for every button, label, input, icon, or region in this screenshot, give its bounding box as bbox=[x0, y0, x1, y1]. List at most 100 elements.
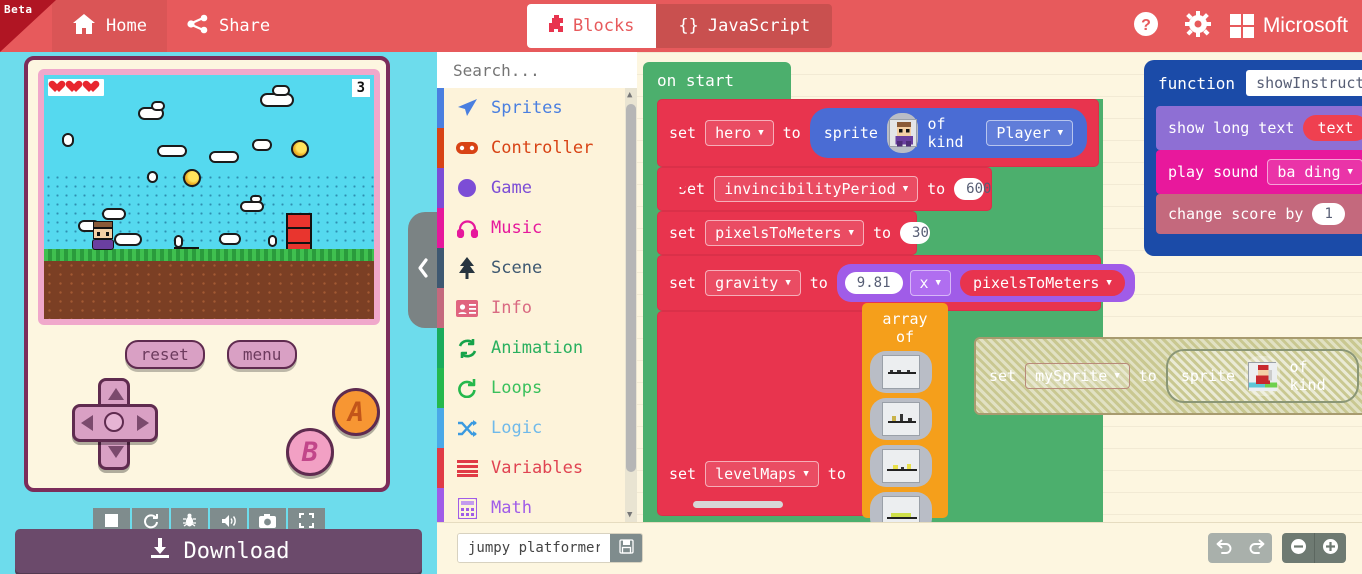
toolbox-category-logic[interactable]: Logic bbox=[437, 408, 637, 448]
direction-pad[interactable] bbox=[72, 378, 158, 470]
toolbox-category-music[interactable]: Music bbox=[437, 208, 637, 248]
button-b[interactable]: B bbox=[286, 428, 334, 476]
toolbox-category-label: Animation bbox=[491, 338, 584, 358]
variable-dropdown-invincibility-period[interactable]: invincibilityPeriod ▼ bbox=[714, 176, 919, 202]
block-math-multiply[interactable]: 9.81 x ▼ pixelsToMeters ▼ bbox=[836, 264, 1135, 302]
block-array-of[interactable]: array of bbox=[862, 303, 948, 522]
variable-name-label: levelMaps bbox=[715, 465, 797, 483]
sprite-image-picker[interactable] bbox=[1245, 356, 1280, 396]
array-item-image[interactable] bbox=[870, 445, 932, 487]
variable-dropdown-pixels-to-meters[interactable]: pixelsToMeters ▼ bbox=[705, 220, 864, 246]
sprite-image-picker[interactable] bbox=[886, 113, 919, 153]
block-set-level-maps[interactable]: set levelMaps ▼ to array of bbox=[657, 303, 948, 522]
scroll-down-icon[interactable]: ▼ bbox=[627, 510, 632, 520]
toolbox-category-loops[interactable]: Loops bbox=[437, 368, 637, 408]
minus-circle-icon bbox=[1290, 538, 1307, 559]
undo-icon bbox=[1216, 539, 1233, 558]
cloud-sprite bbox=[268, 235, 277, 247]
toolbox-category-controller[interactable]: Controller bbox=[437, 128, 637, 168]
zoom-out-button[interactable] bbox=[1282, 533, 1314, 563]
redo-button[interactable] bbox=[1240, 533, 1272, 563]
toolbox-category-animation[interactable]: Animation bbox=[437, 328, 637, 368]
variable-dropdown-level-maps[interactable]: levelMaps ▼ bbox=[705, 461, 819, 487]
block-sprite-of-kind[interactable]: sprite of kind Player ▼ bbox=[809, 108, 1087, 158]
game-screen[interactable]: 3 bbox=[44, 75, 374, 319]
chevron-down-icon: ▼ bbox=[1106, 278, 1112, 288]
tab-blocks[interactable]: Blocks bbox=[527, 4, 657, 48]
toolbox-search-row[interactable] bbox=[437, 52, 689, 88]
kind-dropdown-player[interactable]: Player ▼ bbox=[986, 120, 1073, 146]
microsoft-logo[interactable]: Microsoft bbox=[1224, 14, 1362, 38]
puzzle-icon bbox=[549, 15, 564, 37]
cloud-sprite bbox=[250, 195, 262, 203]
variable-dropdown-my-sprite[interactable]: mySprite ▼ bbox=[1025, 363, 1130, 389]
blocks-workspace[interactable]: on start set hero ▼ to sprite of kind Pl… bbox=[637, 52, 1362, 522]
download-button[interactable]: Download bbox=[15, 529, 422, 573]
reset-button[interactable]: reset bbox=[124, 340, 205, 369]
search-input[interactable] bbox=[451, 59, 665, 81]
coin-sprite bbox=[291, 140, 309, 158]
collapse-simulator-button[interactable] bbox=[408, 212, 437, 328]
toolbox-category-game[interactable]: Game bbox=[437, 168, 637, 208]
id-card-icon bbox=[456, 297, 478, 319]
dpad-right-icon[interactable] bbox=[137, 415, 149, 431]
tab-javascript[interactable]: {} JavaScript bbox=[656, 4, 833, 48]
block-horizontal-scrollbar[interactable] bbox=[693, 501, 783, 508]
block-on-start[interactable]: on start set hero ▼ to sprite of kind Pl… bbox=[643, 62, 1135, 522]
button-a[interactable]: A bbox=[332, 388, 380, 436]
variable-reporter-pixels-to-meters[interactable]: pixelsToMeters ▼ bbox=[957, 268, 1127, 298]
function-name-field[interactable]: showInstruction bbox=[1246, 70, 1362, 96]
simulator-soft-buttons: reset menu bbox=[28, 340, 394, 369]
block-show-long-text[interactable]: show long text text b bbox=[1156, 106, 1362, 150]
toolbox-category-sprites[interactable]: Sprites bbox=[437, 88, 637, 128]
set-keyword-label: set bbox=[669, 224, 697, 242]
menu-button[interactable]: menu bbox=[226, 340, 298, 369]
share-button[interactable]: Share bbox=[167, 0, 290, 52]
block-set-invincibility-period[interactable]: set invincibilityPeriod ▼ to 600 bbox=[657, 167, 992, 211]
number-input-30[interactable]: 30 bbox=[900, 222, 931, 244]
variable-name-label: mySprite bbox=[1035, 367, 1108, 385]
sound-dropdown[interactable]: ba ding ▼ bbox=[1267, 159, 1362, 185]
undo-button[interactable] bbox=[1208, 533, 1240, 563]
settings-button[interactable] bbox=[1172, 0, 1224, 52]
toolbox-category-label: Sprites bbox=[491, 98, 563, 118]
block-function-show-instruction[interactable]: function showInstruction show long text … bbox=[1144, 60, 1362, 256]
scroll-up-icon[interactable]: ▲ bbox=[627, 90, 632, 100]
zoom-in-button[interactable] bbox=[1314, 533, 1346, 563]
tilemap-thumbnail bbox=[882, 496, 920, 522]
variable-dropdown-gravity[interactable]: gravity ▼ bbox=[705, 270, 801, 296]
toolbox-scroll-thumb[interactable] bbox=[626, 104, 636, 472]
block-set-pixels-to-meters[interactable]: set pixelsToMeters ▼ to 30 bbox=[657, 211, 931, 255]
toolbox-category-info[interactable]: Info bbox=[437, 288, 637, 328]
toolbox-category-variables[interactable]: Variables bbox=[437, 448, 637, 488]
array-item-image[interactable] bbox=[870, 351, 932, 393]
purple-hero-sprite-thumbnail bbox=[888, 119, 917, 147]
block-set-my-sprite-disabled[interactable]: set mySprite ▼ to sprite of kind bbox=[974, 337, 1362, 415]
dpad-down-icon[interactable] bbox=[108, 446, 124, 458]
block-set-hero[interactable]: set hero ▼ to sprite of kind Player ▼ bbox=[657, 99, 1099, 167]
project-name-group[interactable] bbox=[457, 533, 643, 563]
on-start-hat-label[interactable]: on start bbox=[643, 62, 791, 99]
variable-dropdown-hero[interactable]: hero ▼ bbox=[705, 120, 774, 146]
block-change-score-by[interactable]: change score by 1 bbox=[1156, 194, 1362, 234]
dpad-up-icon[interactable] bbox=[108, 388, 124, 400]
plus-circle-icon bbox=[1322, 538, 1339, 559]
score-amount-input[interactable]: 1 bbox=[1312, 203, 1345, 225]
home-button[interactable]: Home bbox=[52, 0, 167, 52]
operator-dropdown[interactable]: x ▼ bbox=[909, 270, 951, 296]
text-argument-field[interactable]: text bbox=[1303, 115, 1362, 141]
function-header[interactable]: function showInstruction bbox=[1144, 60, 1362, 106]
array-item-image[interactable] bbox=[870, 398, 932, 440]
save-project-button[interactable] bbox=[610, 534, 642, 562]
dpad-left-icon[interactable] bbox=[81, 415, 93, 431]
toolbox-category-scene[interactable]: Scene bbox=[437, 248, 637, 288]
block-sprite-of-kind-disabled[interactable]: sprite of kind bbox=[1165, 349, 1359, 403]
project-name-input[interactable] bbox=[458, 534, 610, 562]
number-input-gravity-constant[interactable]: 9.81 bbox=[844, 272, 903, 294]
toolbox-scrollbar[interactable]: ▲ ▼ bbox=[625, 88, 637, 522]
number-input-600[interactable]: 600 bbox=[954, 178, 991, 200]
toolbox-category-list: Sprites Controller Game Music Scene Info… bbox=[437, 88, 637, 528]
help-button[interactable]: ? bbox=[1120, 0, 1172, 52]
block-play-sound[interactable]: play sound ba ding ▼ bbox=[1156, 150, 1362, 194]
array-item-image[interactable] bbox=[870, 492, 932, 522]
